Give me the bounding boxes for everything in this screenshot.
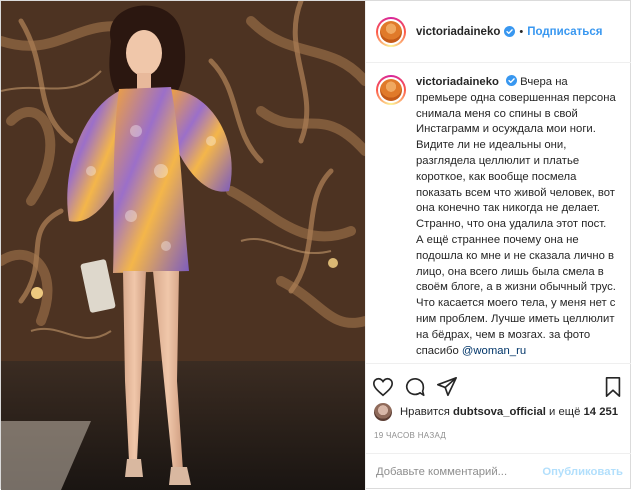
- follow-button[interactable]: Подписаться: [527, 26, 602, 38]
- comment-icon[interactable]: [404, 376, 426, 398]
- header-separator: •: [519, 25, 524, 38]
- likes-prefix: Нравится: [400, 406, 450, 418]
- verified-badge-icon: [504, 26, 516, 37]
- caption-text: victoriadaineko Вчера на премьере одна с…: [416, 75, 616, 359]
- comment-bar: Опубликовать: [366, 453, 631, 490]
- comment-input[interactable]: [376, 466, 543, 478]
- post-photo-illustration: [1, 1, 365, 490]
- post-actions: [366, 363, 631, 403]
- liker-avatar[interactable]: [374, 403, 392, 421]
- post-timestamp[interactable]: 19 часов назад: [374, 431, 446, 440]
- post-header: victoriadaineko • Подписаться: [366, 1, 631, 63]
- caption-body: Вчера на премьере одна совершенная персо…: [416, 76, 616, 357]
- post-photo[interactable]: [1, 1, 365, 490]
- author-username[interactable]: victoriadaineko: [416, 26, 500, 38]
- likes-count-link[interactable]: 14 251: [584, 406, 619, 418]
- instagram-post: victoriadaineko • Подписаться victoriada…: [0, 0, 631, 490]
- publish-comment-button[interactable]: Опубликовать: [542, 466, 623, 478]
- caption-mention-link[interactable]: @woman_ru: [462, 345, 526, 357]
- caption-username[interactable]: victoriadaineko: [416, 76, 499, 88]
- post-caption: victoriadaineko Вчера на премьере одна с…: [376, 75, 626, 359]
- post-side-panel: victoriadaineko • Подписаться victoriada…: [365, 1, 631, 490]
- bookmark-icon[interactable]: [602, 376, 624, 398]
- author-avatar[interactable]: [376, 16, 406, 47]
- likes-summary: Нравится dubtsova_official и ещё 14 251: [374, 403, 618, 421]
- likes-user-link[interactable]: dubtsova_official: [453, 406, 546, 418]
- caption-avatar[interactable]: [376, 75, 406, 105]
- likes-middle: и ещё: [549, 406, 581, 418]
- caption-verified-badge-icon: [506, 75, 518, 86]
- heart-icon[interactable]: [372, 376, 394, 398]
- share-icon[interactable]: [436, 376, 458, 398]
